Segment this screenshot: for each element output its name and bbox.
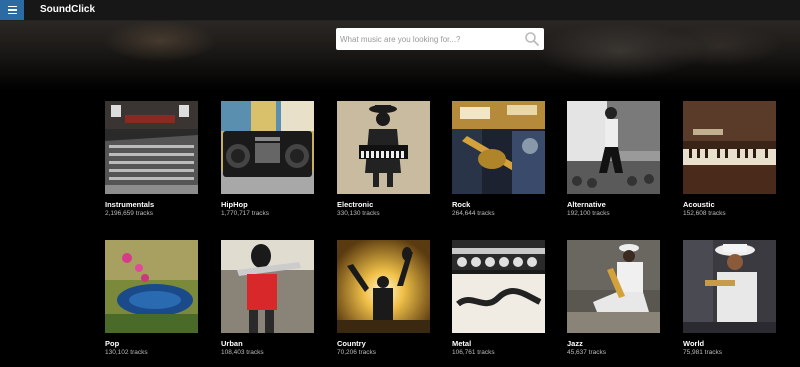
genre-tile-country[interactable]: Country 70,206 tracks xyxy=(337,240,433,357)
genre-track-count: 152,608 tracks xyxy=(683,210,726,217)
top-bar: SoundClick xyxy=(0,0,800,21)
genre-tile-world[interactable]: World 75,981 tracks xyxy=(683,240,779,357)
genre-tile-jazz[interactable]: Jazz 45,637 tracks xyxy=(567,240,663,357)
instrumentals-image[interactable] xyxy=(105,101,198,194)
rock-image[interactable] xyxy=(452,101,545,194)
pop-image[interactable] xyxy=(105,240,198,333)
genre-name[interactable]: Country xyxy=(337,339,433,348)
genre-name[interactable]: Instrumentals xyxy=(105,200,201,209)
genre-name[interactable]: Pop xyxy=(105,339,201,348)
genre-track-count: 75,981 tracks xyxy=(683,349,723,356)
genre-name[interactable]: Jazz xyxy=(567,339,663,348)
world-image[interactable] xyxy=(683,240,776,333)
genre-track-count: 106,761 tracks xyxy=(452,349,495,356)
genre-track-count: 330,130 tracks xyxy=(337,210,380,217)
hiphop-image[interactable] xyxy=(221,101,314,194)
genre-tile-hiphop[interactable]: HipHop 1,770,717 tracks xyxy=(221,101,317,218)
jazz-image[interactable] xyxy=(567,240,660,333)
genre-track-count: 108,403 tracks xyxy=(221,349,264,356)
genre-name[interactable]: Alternative xyxy=(567,200,663,209)
genre-tile-alternative[interactable]: Alternative 192,100 tracks xyxy=(567,101,663,218)
genre-tile-acoustic[interactable]: Acoustic 152,608 tracks xyxy=(683,101,779,218)
genre-name[interactable]: Metal xyxy=(452,339,548,348)
search-box xyxy=(336,28,544,50)
hamburger-menu-icon[interactable] xyxy=(0,0,24,20)
genre-track-count: 130,102 tracks xyxy=(105,349,148,356)
acoustic-image[interactable] xyxy=(683,101,776,194)
genre-tile-instrumentals[interactable]: Instrumentals 2,196,659 tracks xyxy=(105,101,201,218)
genre-tile-rock[interactable]: Rock 264,644 tracks xyxy=(452,101,548,218)
metal-image[interactable] xyxy=(452,240,545,333)
country-image[interactable] xyxy=(337,240,430,333)
genre-track-count: 45,637 tracks xyxy=(567,349,607,356)
genre-tile-urban[interactable]: Urban 108,403 tracks xyxy=(221,240,317,357)
genre-tile-pop[interactable]: Pop 130,102 tracks xyxy=(105,240,201,357)
genre-name[interactable]: Urban xyxy=(221,339,317,348)
genre-tile-electronic[interactable]: Electronic 330,130 tracks xyxy=(337,101,433,218)
genre-name[interactable]: Rock xyxy=(452,200,548,209)
genre-track-count: 2,196,659 tracks xyxy=(105,210,154,217)
search-icon[interactable] xyxy=(524,31,540,47)
genre-name[interactable]: World xyxy=(683,339,779,348)
genre-name[interactable]: Acoustic xyxy=(683,200,779,209)
alternative-image[interactable] xyxy=(567,101,660,194)
app-logo[interactable]: SoundClick xyxy=(40,0,95,20)
search-input[interactable] xyxy=(336,28,520,50)
genre-track-count: 192,100 tracks xyxy=(567,210,610,217)
genre-name[interactable]: Electronic xyxy=(337,200,433,209)
genre-track-count: 264,644 tracks xyxy=(452,210,495,217)
genre-track-count: 70,206 tracks xyxy=(337,349,377,356)
genre-name[interactable]: HipHop xyxy=(221,200,317,209)
genre-tile-metal[interactable]: Metal 106,761 tracks xyxy=(452,240,548,357)
urban-image[interactable] xyxy=(221,240,314,333)
genre-track-count: 1,770,717 tracks xyxy=(221,210,270,217)
electronic-image[interactable] xyxy=(337,101,430,194)
